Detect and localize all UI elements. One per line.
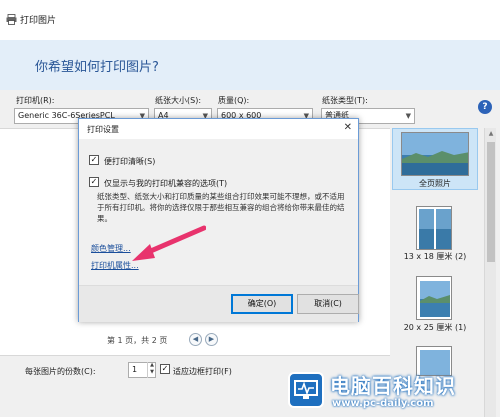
- window-title: 打印图片: [20, 16, 57, 26]
- quality-label: 质量(Q):: [218, 96, 250, 105]
- dialog-title: 打印设置: [87, 125, 119, 134]
- compatible-options-label: 仅显示与我的打印机兼容的选项(T): [104, 179, 228, 188]
- ok-button[interactable]: 确定(O): [231, 294, 293, 314]
- dialog-footer: 确定(O) 取消(C): [79, 285, 359, 322]
- layout-option-20x25[interactable]: 20 x 25 厘米 (1): [392, 273, 478, 335]
- close-icon[interactable]: ✕: [344, 122, 352, 133]
- dialog-title-bar: 打印设置 ✕: [79, 119, 358, 139]
- help-icon[interactable]: ?: [478, 100, 492, 114]
- site-watermark: 电脑百科知识 www.pc-daily.com: [288, 368, 500, 417]
- paper-size-label: 纸张大小(S):: [155, 96, 202, 105]
- watermark-url: www.pc-daily.com: [332, 398, 434, 409]
- layout-option-13x18[interactable]: 13 x 18 厘米 (2): [392, 202, 478, 264]
- watermark-title: 电脑百科知识: [330, 374, 456, 398]
- previous-page-button[interactable]: ◀: [189, 333, 202, 346]
- layout-option-full-page[interactable]: 全页照片: [392, 128, 478, 190]
- next-page-button[interactable]: ▶: [205, 333, 218, 346]
- single-photo-thumbnail: [416, 276, 452, 320]
- layout-label: 20 x 25 厘米 (1): [403, 323, 467, 332]
- monitor-logo-icon: [288, 372, 324, 408]
- compatible-options-checkbox[interactable]: ✓: [89, 177, 99, 187]
- fit-to-frame-checkbox[interactable]: ✓: [160, 364, 170, 374]
- compatibility-description: 纸张类型、纸张大小和打印质量的某些组合打印效果可能不理想，或不适用于所有打印机。…: [97, 192, 345, 223]
- sharpen-label: 便打印清晰(S): [104, 157, 156, 166]
- scroll-up-icon[interactable]: ▲: [485, 130, 497, 137]
- fit-to-frame-label: 适应边框打印(F): [173, 367, 232, 376]
- page-question: 你希望如何打印图片?: [35, 60, 159, 75]
- two-photos-thumbnail: [416, 206, 452, 250]
- scrollbar-thumb[interactable]: [487, 142, 495, 262]
- header-band: 你希望如何打印图片?: [0, 40, 500, 90]
- color-management-link[interactable]: 颜色管理...: [91, 243, 131, 254]
- page-indicator: 第 1 页，共 2 页: [107, 336, 168, 345]
- landscape-photo-thumbnail: [401, 132, 469, 176]
- print-settings-dialog: 打印设置 ✕ ✓ 便打印清晰(S) ✓ 仅显示与我的打印机兼容的选项(T) 纸张…: [78, 118, 359, 322]
- sharpen-checkbox[interactable]: ✓: [89, 155, 99, 165]
- copies-label: 每张图片的份数(C):: [25, 367, 96, 376]
- layout-label: 全页照片: [419, 179, 451, 188]
- chevron-down-icon: ▼: [405, 112, 411, 120]
- annotation-arrow-icon: [132, 225, 206, 261]
- printer-icon: [6, 14, 17, 25]
- printer-label: 打印机(R):: [16, 96, 55, 105]
- paper-type-label: 纸张类型(T):: [322, 96, 368, 105]
- cancel-button[interactable]: 取消(C): [297, 294, 359, 314]
- window-title-bar: 打印图片: [0, 0, 500, 40]
- layout-label: 13 x 18 厘米 (2): [403, 252, 467, 261]
- copies-spinner[interactable]: ▲ ▼: [147, 362, 156, 378]
